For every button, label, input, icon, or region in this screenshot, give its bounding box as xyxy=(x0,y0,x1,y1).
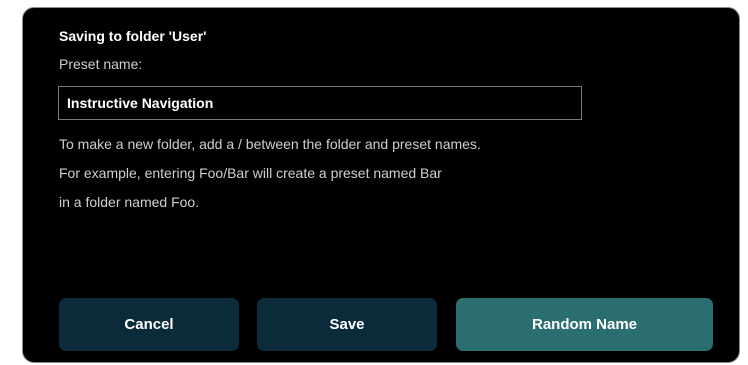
help-text-line-1: To make a new folder, add a / between th… xyxy=(59,136,481,152)
save-preset-dialog: Saving to folder 'User' Preset name: To … xyxy=(22,7,740,363)
dialog-title: Saving to folder 'User' xyxy=(59,28,207,44)
random-name-button[interactable]: Random Name xyxy=(456,298,713,351)
save-button[interactable]: Save xyxy=(257,298,437,351)
cancel-button[interactable]: Cancel xyxy=(59,298,239,351)
help-text-line-2: For example, entering Foo/Bar will creat… xyxy=(59,165,442,181)
help-text-line-3: in a folder named Foo. xyxy=(59,194,200,210)
preset-name-input[interactable] xyxy=(58,86,582,120)
preset-name-label: Preset name: xyxy=(59,56,143,72)
